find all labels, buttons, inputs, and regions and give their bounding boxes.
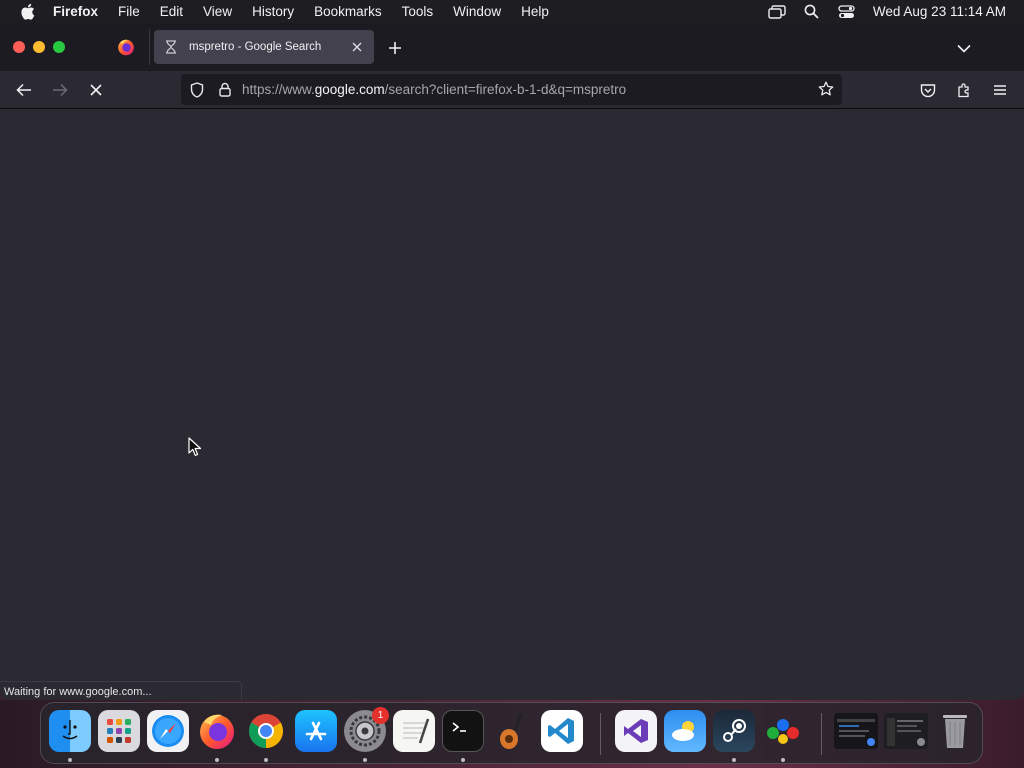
spotlight-search-icon[interactable] xyxy=(803,4,821,20)
minimized-window-thumbnail-2[interactable] xyxy=(884,713,928,749)
url-path: /search?client=firefox-b-1-d&q=mspretro xyxy=(384,82,627,97)
tab-bar: mspretro - Google Search xyxy=(0,23,1024,71)
mouse-cursor-icon xyxy=(188,437,202,456)
menu-window[interactable]: Window xyxy=(453,4,501,19)
menu-file[interactable]: File xyxy=(118,4,140,19)
dock-running-indicator xyxy=(363,758,367,762)
app-menu-button[interactable] xyxy=(990,80,1010,100)
menu-history[interactable]: History xyxy=(252,4,294,19)
browser-window: mspretro - Google Search https://www.goo… xyxy=(0,23,1024,700)
url-bar[interactable]: https://www.google.com/search?client=fir… xyxy=(181,74,842,105)
visual-studio-icon[interactable] xyxy=(615,710,657,752)
back-button[interactable] xyxy=(14,80,34,100)
dock-running-indicator xyxy=(732,758,736,762)
new-tab-button[interactable] xyxy=(386,39,404,57)
window-close-button[interactable] xyxy=(13,41,25,53)
lock-icon[interactable] xyxy=(216,81,234,99)
app-name-menu[interactable]: Firefox xyxy=(53,4,98,19)
navigation-toolbar: https://www.google.com/search?client=fir… xyxy=(0,71,1024,109)
menubar-clock[interactable]: Wed Aug 23 11:14 AM xyxy=(873,4,1006,19)
dock-separator xyxy=(600,713,601,755)
launchpad-icon[interactable] xyxy=(98,710,140,752)
menu-help[interactable]: Help xyxy=(521,4,549,19)
hamburger-menu-icon xyxy=(994,85,1006,95)
menu-tools[interactable]: Tools xyxy=(402,4,434,19)
stop-loading-button[interactable] xyxy=(86,80,106,100)
chevron-down-icon xyxy=(957,44,971,53)
firefox-dock-icon[interactable] xyxy=(196,710,238,752)
forward-button[interactable] xyxy=(50,80,70,100)
window-minimize-button[interactable] xyxy=(33,41,45,53)
pocket-button[interactable] xyxy=(918,80,938,100)
status-panel: Waiting for www.google.com... xyxy=(0,681,242,700)
minimized-window-thumbnail-1[interactable] xyxy=(834,713,878,749)
steam-icon[interactable] xyxy=(713,710,755,752)
weather-icon[interactable] xyxy=(664,710,706,752)
menu-bookmarks[interactable]: Bookmarks xyxy=(314,4,382,19)
loading-hourglass-icon xyxy=(163,39,179,55)
url-text[interactable]: https://www.google.com/search?client=fir… xyxy=(242,82,626,97)
garageband-icon[interactable] xyxy=(491,710,533,752)
dock xyxy=(40,702,983,764)
dock-separator xyxy=(821,713,822,755)
tab-active[interactable]: mspretro - Google Search xyxy=(154,30,374,64)
notification-badge: 1 xyxy=(372,707,389,724)
terminal-icon[interactable] xyxy=(442,710,484,752)
tab-separator xyxy=(149,29,150,65)
apple-menu-icon[interactable] xyxy=(18,3,36,21)
chrome-icon[interactable] xyxy=(245,710,287,752)
firefox-icon xyxy=(118,39,134,56)
arrow-right-icon xyxy=(53,83,68,97)
finder-icon[interactable] xyxy=(49,710,91,752)
vscode-icon[interactable] xyxy=(541,710,583,752)
dock-running-indicator xyxy=(215,758,219,762)
tab-close-icon[interactable] xyxy=(349,39,365,55)
list-all-tabs-button[interactable] xyxy=(955,39,973,57)
dock-running-indicator xyxy=(461,758,465,762)
url-host: google.com xyxy=(314,82,385,97)
tab-title: mspretro - Google Search xyxy=(189,41,322,53)
close-icon xyxy=(90,84,102,96)
plus-icon xyxy=(389,42,401,54)
arrow-left-icon xyxy=(16,83,31,97)
textedit-icon[interactable] xyxy=(393,710,435,752)
menu-view[interactable]: View xyxy=(203,4,232,19)
extensions-button[interactable] xyxy=(954,80,974,100)
window-zoom-button[interactable] xyxy=(53,41,65,53)
url-prefix: https://www. xyxy=(242,82,315,97)
bookmark-star-icon[interactable] xyxy=(817,80,835,98)
safari-icon[interactable] xyxy=(147,710,189,752)
pinned-tab-firefox[interactable] xyxy=(106,30,146,64)
menu-edit[interactable]: Edit xyxy=(160,4,183,19)
pocket-icon xyxy=(920,83,936,97)
app-store-icon[interactable] xyxy=(295,710,337,752)
screen-mirroring-icon[interactable] xyxy=(768,4,786,20)
dock-running-indicator xyxy=(781,758,785,762)
trash-icon[interactable] xyxy=(934,710,976,752)
page-content-area[interactable] xyxy=(0,110,1024,700)
dock-running-indicator xyxy=(68,758,72,762)
control-center-icon[interactable] xyxy=(838,4,856,20)
menu-bar: Firefox File Edit View History Bookmarks… xyxy=(0,0,1024,23)
dock-running-indicator xyxy=(264,758,268,762)
puzzle-piece-icon xyxy=(958,83,969,98)
tracking-protection-shield-icon[interactable] xyxy=(188,81,206,99)
game-app-icon[interactable] xyxy=(762,710,804,752)
